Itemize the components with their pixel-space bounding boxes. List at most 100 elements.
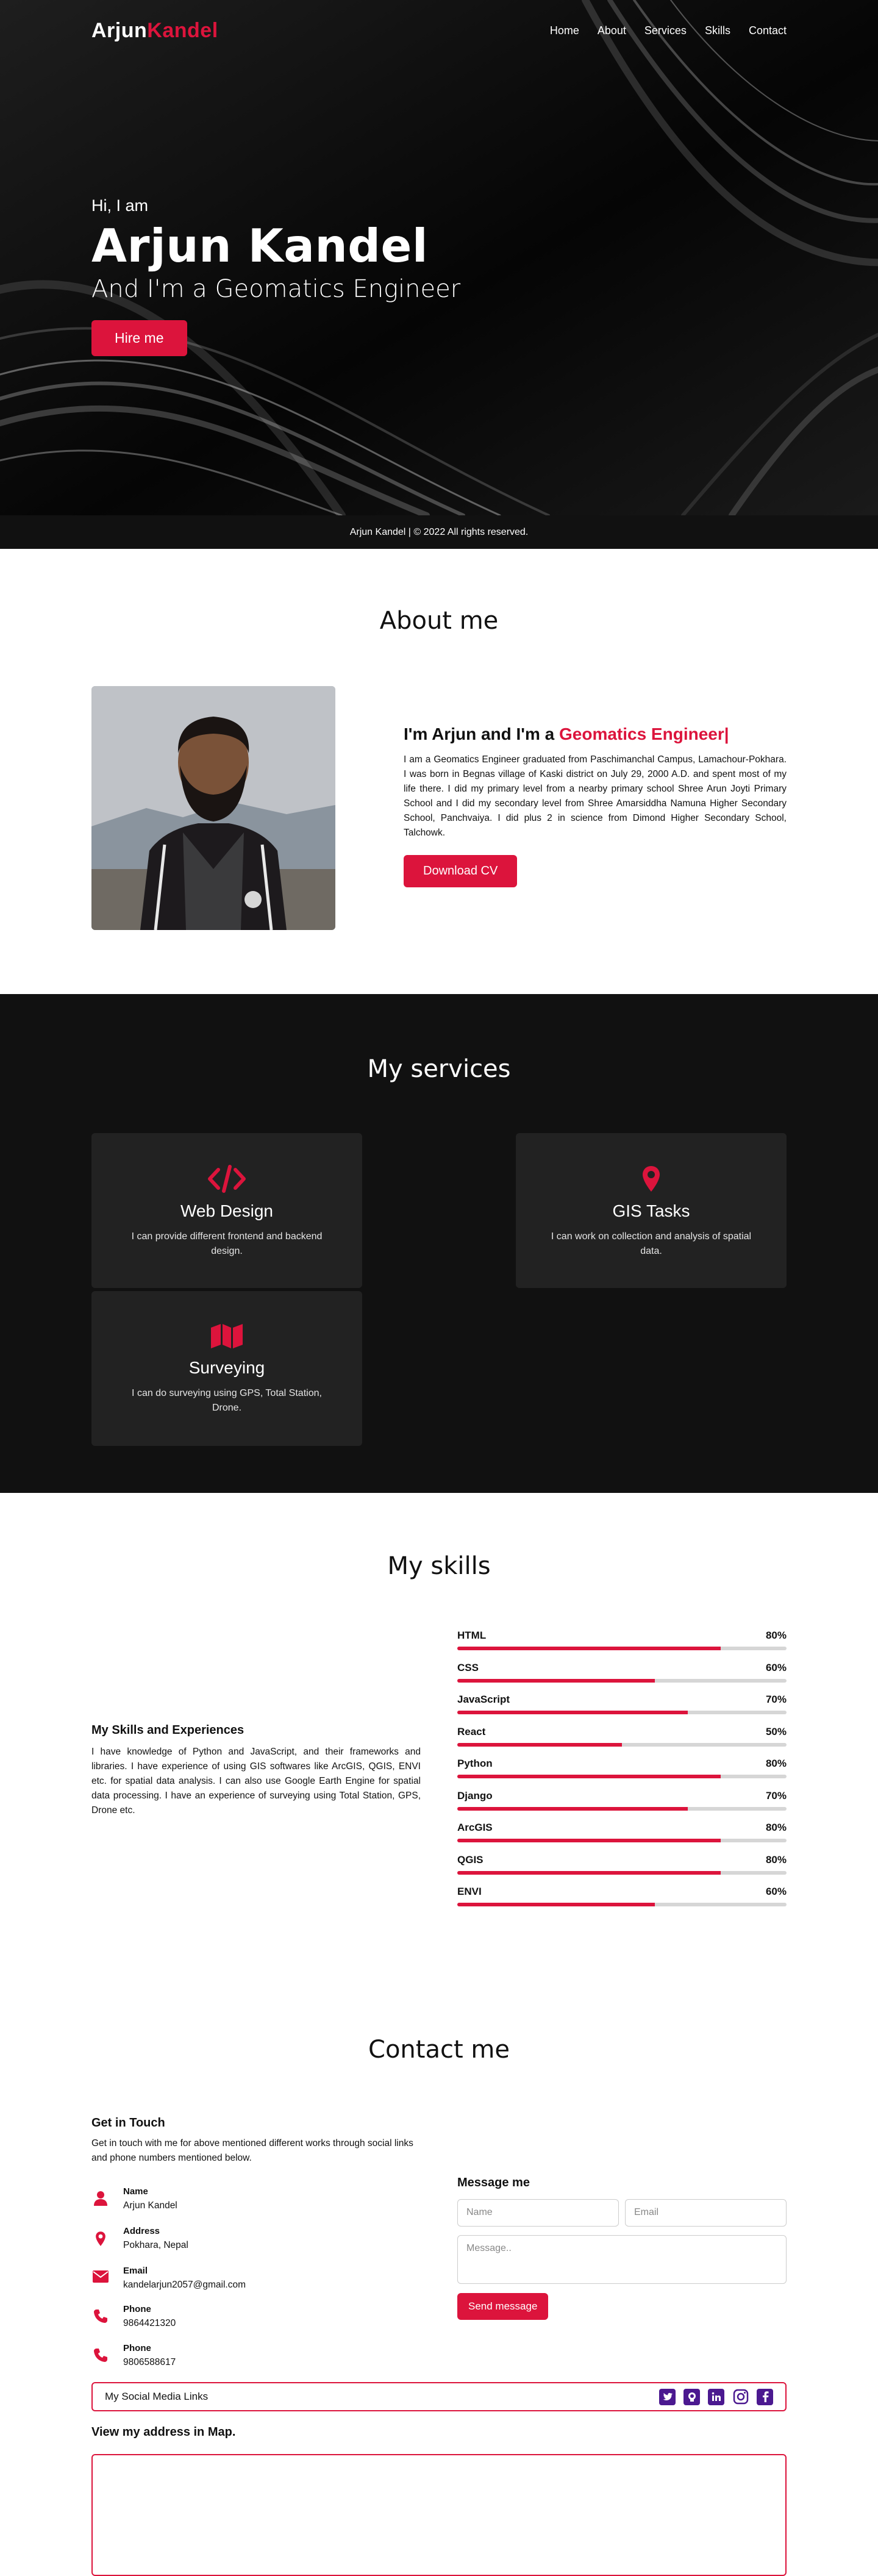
hire-me-button[interactable]: Hire me bbox=[91, 320, 187, 356]
instagram-icon[interactable] bbox=[732, 2389, 749, 2405]
location-pin-icon bbox=[91, 2226, 110, 2247]
skill-row: Python 80% bbox=[457, 1758, 787, 1770]
skill-item-javascript: JavaScript 70% bbox=[457, 1694, 787, 1714]
service-title: GIS Tasks bbox=[612, 1201, 690, 1220]
skill-bar-fill bbox=[457, 1870, 721, 1875]
skill-bar-fill bbox=[457, 1647, 721, 1650]
skill-name: QGIS bbox=[457, 1853, 484, 1866]
logo[interactable]: ArjunKandel bbox=[91, 19, 218, 43]
map-embed[interactable] bbox=[91, 2454, 787, 2576]
skill-percent: 60% bbox=[765, 1661, 787, 1673]
contact-phone-1: Phone 9864421320 bbox=[91, 2304, 421, 2329]
logo-second: Kandel bbox=[147, 18, 218, 42]
hero-section: Hi, I am Arjun Kandel And I'm a Geomatic… bbox=[0, 0, 878, 515]
social-icons bbox=[659, 2388, 773, 2405]
contact-name: Name Arjun Kandel bbox=[91, 2186, 421, 2211]
download-cv-button[interactable]: Download CV bbox=[404, 855, 518, 887]
service-card-surveying: Surveying I can do surveying using GPS, … bbox=[91, 1291, 362, 1446]
contact-email: Email kandelarjun2057@gmail.com bbox=[91, 2266, 421, 2291]
service-desc: I can do surveying using GPS, Total Stat… bbox=[132, 1388, 322, 1413]
twitter-icon[interactable] bbox=[659, 2388, 676, 2405]
email-input[interactable]: Email bbox=[625, 2199, 787, 2227]
skills-paragraph: I have knowledge of Python and JavaScrip… bbox=[91, 1747, 421, 1816]
contact-value: Pokhara, Nepal bbox=[123, 2240, 188, 2250]
nav-home[interactable]: Home bbox=[550, 24, 579, 37]
skill-bar-fill bbox=[457, 1678, 655, 1683]
contact-value[interactable]: 9806588617 bbox=[123, 2357, 176, 2368]
services-section: My services Web Design I can provide dif… bbox=[0, 994, 878, 1493]
send-message-button[interactable]: Send message bbox=[457, 2293, 549, 2320]
about-heading-plain: I'm Arjun and I'm a bbox=[404, 724, 559, 743]
service-desc: I can provide different frontend and bac… bbox=[131, 1231, 323, 1256]
about-paragraph: I am a Geomatics Engineer graduated from… bbox=[404, 754, 787, 838]
skill-item-css: CSS 60% bbox=[457, 1662, 787, 1683]
contact-label: Name bbox=[123, 2186, 148, 2197]
about-heading: I'm Arjun and I'm a Geomatics Engineer| bbox=[404, 724, 787, 744]
contact-label: Phone bbox=[123, 2343, 151, 2353]
skill-bar-fill bbox=[457, 1742, 622, 1747]
service-title: Surveying bbox=[188, 1358, 265, 1377]
copyright-bar: Arjun Kandel | © 2022 All rights reserve… bbox=[0, 515, 878, 549]
skill-percent: 70% bbox=[765, 1789, 787, 1801]
nav-skills[interactable]: Skills bbox=[705, 24, 730, 37]
about-text: I'm Arjun and I'm a Geomatics Engineer| … bbox=[404, 724, 787, 887]
linkedin-icon[interactable] bbox=[708, 2388, 724, 2405]
service-card-gis-tasks: GIS Tasks I can work on collection and a… bbox=[516, 1133, 787, 1288]
skill-item-react: React 50% bbox=[457, 1726, 787, 1747]
phone-icon bbox=[91, 2304, 110, 2324]
profile-photo bbox=[91, 686, 335, 930]
skill-percent: 70% bbox=[765, 1694, 787, 1705]
hero-content: Hi, I am Arjun Kandel And I'm a Geomatic… bbox=[91, 196, 460, 356]
skill-bar bbox=[457, 1711, 787, 1714]
hero-role: And I'm a Geomatics Engineer bbox=[91, 275, 461, 303]
contact-label: Address bbox=[123, 2226, 160, 2236]
message-textarea[interactable]: Message.. bbox=[457, 2235, 787, 2284]
skill-name: Django bbox=[457, 1789, 493, 1801]
nav-contact[interactable]: Contact bbox=[749, 24, 787, 37]
contact-value[interactable]: 9864421320 bbox=[123, 2318, 176, 2329]
nav-menu: Home About Services Skills Contact bbox=[550, 24, 787, 37]
nav-services[interactable]: Services bbox=[644, 24, 687, 37]
skill-row: Django 70% bbox=[457, 1790, 787, 1802]
nav-about[interactable]: About bbox=[598, 24, 626, 37]
skill-item-envi: ENVI 60% bbox=[457, 1886, 787, 1906]
skill-percent: 80% bbox=[765, 1630, 787, 1641]
service-title: Web Design bbox=[180, 1201, 273, 1220]
skill-name: JavaScript bbox=[457, 1694, 510, 1705]
facebook-icon[interactable] bbox=[757, 2388, 773, 2405]
skill-bar bbox=[457, 1806, 787, 1811]
skill-percent: 50% bbox=[765, 1725, 787, 1737]
user-icon bbox=[91, 2186, 110, 2206]
skills-intro: My Skills and Experiences I have knowled… bbox=[91, 1723, 421, 1818]
phone-icon bbox=[91, 2343, 110, 2363]
contact-intro: Get in Touch Get in touch with me for ab… bbox=[91, 2116, 421, 2166]
skill-row: CSS 60% bbox=[457, 1662, 787, 1674]
skill-row: React 50% bbox=[457, 1726, 787, 1738]
skill-item-html: HTML 80% bbox=[457, 1630, 787, 1650]
skill-row: HTML 80% bbox=[457, 1630, 787, 1642]
message-form-title: Message me bbox=[457, 2176, 530, 2189]
skill-bar-fill bbox=[457, 1839, 721, 1842]
skill-bar bbox=[457, 1839, 787, 1842]
skill-row: ArcGIS 80% bbox=[457, 1822, 787, 1834]
github-icon[interactable] bbox=[683, 2388, 700, 2405]
skill-name: HTML bbox=[457, 1630, 487, 1641]
skill-percent: 80% bbox=[765, 1758, 787, 1769]
skill-row: QGIS 80% bbox=[457, 1854, 787, 1866]
skill-name: ENVI bbox=[457, 1886, 482, 1897]
contact-value: Arjun Kandel bbox=[123, 2200, 177, 2211]
skills-title: My skills bbox=[387, 1552, 491, 1580]
location-pin-icon bbox=[516, 1165, 787, 1193]
skill-row: ENVI 60% bbox=[457, 1886, 787, 1898]
logo-first: Arjun bbox=[91, 18, 148, 42]
skill-bar bbox=[457, 1870, 787, 1875]
skill-bar bbox=[457, 1775, 787, 1778]
navbar: ArjunKandel Home About Services Skills C… bbox=[0, 0, 878, 61]
skill-bar bbox=[457, 1903, 787, 1906]
skill-name: CSS bbox=[457, 1661, 479, 1673]
skill-name: React bbox=[457, 1725, 486, 1737]
contact-label: Phone bbox=[123, 2304, 151, 2314]
name-input[interactable]: Name bbox=[457, 2199, 619, 2227]
envelope-icon bbox=[91, 2266, 110, 2283]
contact-value[interactable]: kandelarjun2057@gmail.com bbox=[123, 2280, 246, 2291]
